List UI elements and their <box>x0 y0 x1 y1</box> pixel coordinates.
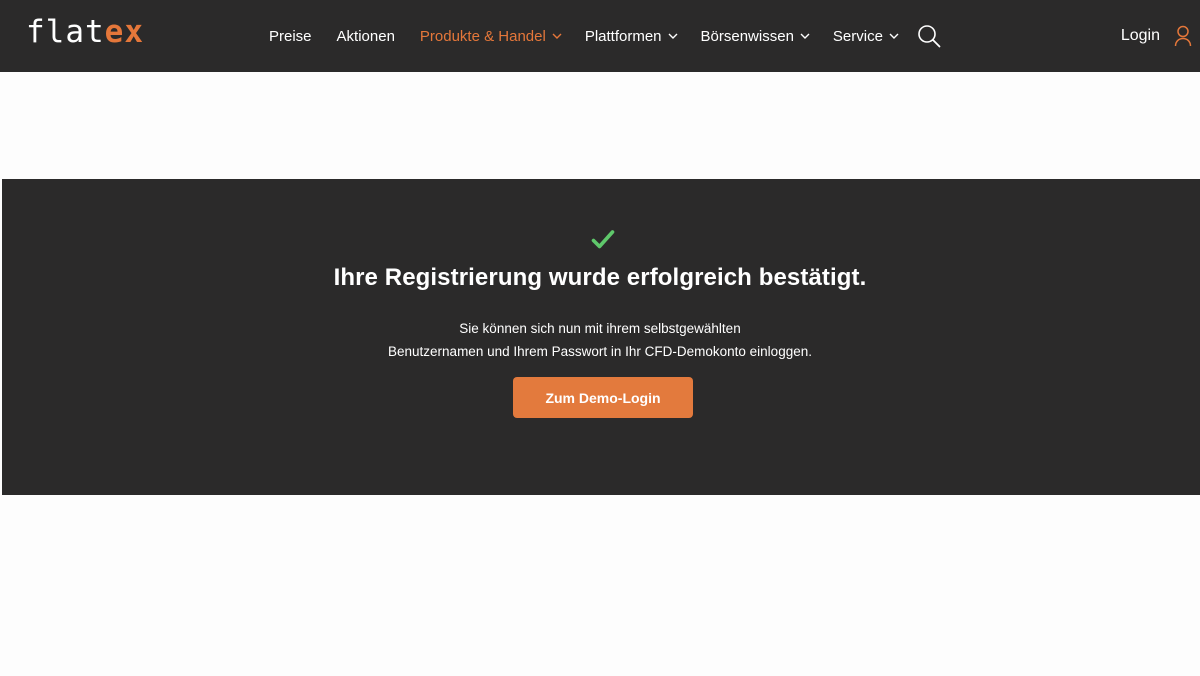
nav-item-label: Börsenwissen <box>700 27 794 45</box>
search-icon <box>918 25 941 48</box>
nav-item-label: Aktionen <box>336 27 395 45</box>
confirmation-panel <box>2 179 1200 495</box>
nav-item-aktionen[interactable]: Aktionen <box>337 28 395 45</box>
nav-item-boersenwissen[interactable]: Börsenwissen <box>701 28 810 45</box>
nav-item-label: Preise <box>269 27 312 45</box>
flatex-logo[interactable]: flat ex <box>26 14 144 50</box>
user-icon <box>1174 25 1192 47</box>
login-link[interactable]: Login <box>1121 0 1192 72</box>
chevron-down-icon <box>552 33 562 39</box>
nav-item-plattformen[interactable]: Plattformen <box>585 28 678 45</box>
nav-item-label: Plattformen <box>584 27 662 45</box>
logo-text-part2: ex <box>104 14 144 50</box>
nav-item-label: Produkte & Handel <box>419 27 546 45</box>
nav-item-produkte-handel[interactable]: Produkte & Handel <box>420 28 562 45</box>
top-navigation-bar: flat ex Preise Aktionen Produkte & Handel… <box>0 0 1200 72</box>
demo-login-button[interactable]: Zum Demo-Login <box>513 377 693 418</box>
nav-item-preise[interactable]: Preise <box>269 28 312 45</box>
check-icon <box>591 230 615 249</box>
search-button[interactable] <box>917 24 941 48</box>
confirmation-text-line1: Sie können sich nun mit ihrem selbstgewä… <box>459 321 741 336</box>
chevron-down-icon <box>668 33 678 39</box>
main-nav: Preise Aktionen Produkte & Handel Plattf… <box>269 0 899 72</box>
confirmation-text-line2: Benutzernamen und Ihrem Passwort in Ihr … <box>388 344 812 359</box>
chevron-down-icon <box>889 33 899 39</box>
confirmation-title: Ihre Registrierung wurde erfolgreich bes… <box>333 264 867 291</box>
login-label: Login <box>1120 27 1160 44</box>
nav-item-label: Service <box>832 27 883 45</box>
chevron-down-icon <box>800 33 810 39</box>
nav-item-service[interactable]: Service <box>833 28 899 45</box>
logo-text-part1: flat <box>26 14 105 50</box>
